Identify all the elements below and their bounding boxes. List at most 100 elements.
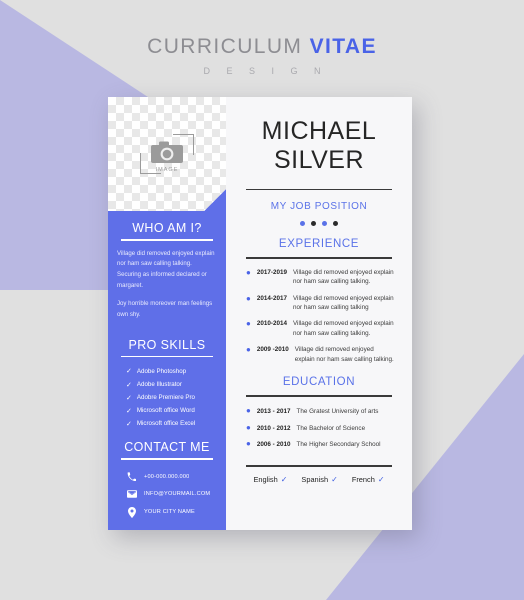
header-title-accent: VITAE: [309, 35, 377, 58]
image-placeholder-frame: IMAGE: [137, 133, 197, 175]
table-row: ● 2014-2017 Village did removed enjoyed …: [244, 294, 394, 313]
table-row: ● 2013 - 2017 The Gratest University of …: [244, 406, 394, 417]
phone-icon: [126, 472, 137, 482]
list-item: YOUR CITY NAME: [117, 502, 217, 522]
table-row: ● 2017-2019 Village did removed enjoyed …: [244, 268, 394, 287]
candidate-first-name: MICHAEL: [261, 117, 377, 145]
about-paragraph-1: Village did removed enjoyed explain nor …: [117, 249, 215, 289]
decorative-dots: [244, 221, 394, 227]
skills-list: ✓ Adobe Photoshop ✓ Adobe Illustrator ✓ …: [117, 365, 217, 431]
check-icon: ✓: [126, 381, 132, 389]
education-list: ● 2013 - 2017 The Gratest University of …: [244, 406, 394, 456]
bullet-icon: ●: [246, 319, 251, 329]
camera-icon: [151, 141, 183, 164]
skill-label: Microsoft office Excel: [136, 420, 196, 428]
dot-2: [311, 221, 316, 227]
check-icon: ✓: [126, 407, 132, 415]
table-row: ● 2010 - 2012 The Bachelor of Science: [244, 423, 394, 434]
list-item: INFO@YOURMAIL.COM: [117, 485, 217, 502]
about-paragraph-2: Joy horrible moreover man feelings own s…: [117, 300, 213, 319]
dot-3: [322, 221, 327, 227]
skill-label: Adobe Illustrator: [136, 380, 182, 388]
experience-list: ● 2017-2019 Village did removed enjoyed …: [244, 268, 394, 372]
location-pin-icon: [126, 506, 137, 518]
bullet-icon: ●: [246, 422, 251, 432]
education-description: The Gratest University of arts: [296, 407, 379, 415]
image-placeholder-caption: IMAGE: [155, 167, 179, 174]
education-heading: EDUCATION: [282, 376, 356, 389]
experience-description: Village did removed enjoyed explain nor …: [292, 320, 394, 337]
header-title-main: CURRICULUM: [147, 35, 303, 58]
languages-list: English ✓ Spanish ✓ French ✓: [244, 475, 394, 484]
page-title: MICHAEL SILVER: [244, 117, 394, 176]
education-date: 2006 - 2010: [256, 441, 291, 449]
photo-placeholder[interactable]: IMAGE: [108, 97, 226, 212]
education-date: 2013 - 2017: [256, 407, 291, 415]
language-label: Spanish: [301, 474, 329, 484]
contact-list: +00-000.000.000 INFO@YOURMAIL.COM YOUR C…: [117, 468, 217, 522]
skills-heading: PRO SKILLS: [128, 337, 206, 352]
experience-description: Village did removed enjoyed explain nor …: [294, 346, 394, 363]
experience-date: 2009 -2010: [256, 346, 289, 354]
skill-label: Adobe Photoshop: [136, 367, 187, 375]
check-icon: ✓: [126, 394, 132, 402]
envelope-icon: [126, 490, 137, 498]
list-item: ✓ Adobe Photoshop: [117, 365, 217, 378]
education-date: 2010 - 2012: [256, 424, 291, 432]
experience-date: 2017-2019: [256, 268, 287, 276]
check-icon: ✓: [331, 474, 338, 484]
job-position: MY JOB POSITION: [270, 201, 368, 213]
check-icon: ✓: [377, 474, 385, 484]
main-column: MICHAEL SILVER MY JOB POSITION EXPERIENC…: [226, 97, 412, 530]
experience-description: Village did removed enjoyed explain nor …: [292, 268, 394, 286]
list-item: French ✓: [352, 475, 385, 484]
languages-divider: [246, 465, 392, 467]
list-item: +00-000.000.000: [117, 468, 217, 486]
bullet-icon: ●: [246, 293, 251, 303]
skills-heading-rule: [121, 355, 213, 358]
language-label: French: [351, 474, 375, 484]
experience-heading: EXPERIENCE: [278, 238, 360, 251]
resume-card: IMAGE WHO AM I? Village did removed enjo…: [108, 97, 412, 530]
check-icon: ✓: [126, 421, 132, 429]
table-row: ● 2006 - 2010 The Higher Secondary Schoo…: [244, 439, 394, 450]
contact-value-phone: +00-000.000.000: [144, 473, 190, 480]
list-item: ✓ Microsoft office Word: [117, 405, 217, 418]
photo-corner-fold: [204, 189, 226, 212]
dot-4: [333, 221, 338, 227]
check-icon: ✓: [126, 368, 132, 376]
table-row: ● 2009 -2010 Village did removed enjoyed…: [244, 345, 394, 364]
skill-label: Microsoft office Word: [136, 407, 195, 415]
list-item: ✓ Adobe Illustrator: [117, 378, 217, 391]
bullet-icon: ●: [246, 405, 251, 415]
dot-1: [300, 221, 305, 227]
check-icon: ✓: [280, 474, 288, 484]
contact-value-email: INFO@YOURMAIL.COM: [144, 490, 211, 497]
list-item: ✓ Microsoft office Excel: [117, 418, 217, 431]
experience-description: Village did removed enjoyed explain nor …: [292, 294, 394, 311]
contact-heading-rule: [121, 458, 213, 460]
bullet-icon: ●: [246, 439, 251, 449]
header-subtitle: D E S I G N: [203, 66, 328, 76]
table-row: ● 2010-2014 Village did removed enjoyed …: [244, 319, 394, 338]
about-heading-rule: [121, 239, 213, 241]
about-heading: WHO AM I?: [132, 221, 202, 236]
language-label: English: [253, 474, 278, 484]
contact-heading: CONTACT ME: [124, 440, 210, 455]
bullet-icon: ●: [246, 267, 251, 277]
sidebar-content: WHO AM I? Village did removed enjoyed ex…: [108, 211, 226, 530]
experience-date: 2010-2014: [256, 320, 287, 328]
skill-label: Adobre Premiere Pro: [136, 394, 195, 402]
header-title: CURRICULUM VITAE: [0, 36, 524, 57]
experience-heading-rule: [246, 257, 392, 259]
list-item: Spanish ✓: [301, 475, 337, 484]
sidebar-column: IMAGE WHO AM I? Village did removed enjo…: [108, 97, 226, 530]
education-description: The Higher Secondary School: [296, 441, 381, 449]
page-header: CURRICULUM VITAE D E S I G N: [0, 36, 524, 76]
education-description: The Bachelor of Science: [296, 424, 366, 432]
education-heading-rule: [246, 395, 392, 397]
contact-value-location: YOUR CITY NAME: [144, 509, 195, 516]
list-item: English ✓: [253, 475, 287, 484]
